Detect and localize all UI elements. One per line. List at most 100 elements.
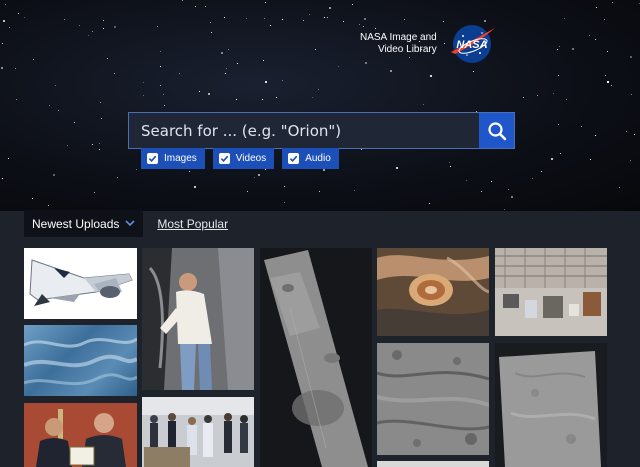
star-dot <box>92 31 94 32</box>
media-grid <box>0 247 640 467</box>
media-type-filters: Images Videos Audio <box>141 148 339 169</box>
jupiter-storm-thumbnail[interactable] <box>377 248 489 336</box>
star-dot <box>343 20 345 22</box>
star-dot <box>563 17 565 19</box>
star-dot <box>337 66 339 68</box>
star-dot <box>258 173 261 176</box>
star-dot <box>178 72 180 74</box>
hero-banner: NASA Image and Video Library NASA Search… <box>0 0 640 211</box>
cratered-terrain-thumbnail[interactable] <box>377 343 489 455</box>
star-dot <box>559 153 561 154</box>
star-dot <box>389 70 392 73</box>
star-dot <box>618 186 620 188</box>
chevron-down-icon <box>125 220 135 227</box>
star-dot <box>630 94 632 95</box>
search-input[interactable] <box>129 113 479 148</box>
cratered-terrain-thumbnail-2[interactable] <box>377 461 489 467</box>
star-dot <box>262 60 264 61</box>
star-dot <box>351 3 353 5</box>
star-dot <box>181 0 183 1</box>
star-dot <box>57 109 59 111</box>
star-dot <box>98 142 100 144</box>
star-dot <box>626 131 628 133</box>
star-dot <box>159 65 161 67</box>
star-dot <box>633 134 635 135</box>
mars-surface-strip-thumbnail[interactable] <box>260 248 372 467</box>
checkmark-icon <box>148 155 157 163</box>
star-dot <box>162 93 164 95</box>
star-dot <box>9 27 11 29</box>
brand[interactable]: NASA Image and Video Library NASA <box>360 22 497 66</box>
star-dot <box>224 16 225 18</box>
hangar-interior-thumbnail[interactable] <box>495 248 607 336</box>
star-dot <box>63 18 65 20</box>
technician-spacecraft-thumbnail[interactable] <box>142 248 254 390</box>
star-dot <box>49 105 50 107</box>
filter-images[interactable]: Images <box>141 148 205 169</box>
brand-title-line1: NASA Image and <box>360 32 437 43</box>
grey-terrain-thumbnail[interactable] <box>495 343 607 467</box>
brand-title[interactable]: NASA Image and Video Library <box>360 32 437 56</box>
star-dot <box>317 88 319 90</box>
press-event-thumbnail[interactable] <box>142 397 254 467</box>
star-dot <box>284 186 286 188</box>
search-bar <box>128 112 515 149</box>
star-dot <box>265 1 267 3</box>
award-ceremony-thumbnail[interactable] <box>24 403 137 467</box>
star-dot <box>354 189 356 191</box>
star-dot <box>429 202 431 204</box>
star-dot <box>571 48 574 51</box>
checkmark-icon <box>220 155 229 163</box>
star-dot <box>79 24 81 26</box>
filter-audio[interactable]: Audio <box>282 148 339 169</box>
audio-checkbox[interactable] <box>288 153 300 164</box>
star-dot <box>32 198 33 200</box>
star-dot <box>466 179 468 181</box>
star-dot <box>522 97 524 99</box>
star-dot <box>103 20 105 21</box>
star-dot <box>208 92 210 95</box>
star-dot <box>309 14 311 15</box>
star-dot <box>135 168 137 170</box>
tab-newest-uploads[interactable]: Newest Uploads <box>24 210 144 237</box>
logo-wordmark: NASA <box>456 39 487 51</box>
star-dot <box>194 186 197 189</box>
star-dot <box>490 181 492 183</box>
star-dot <box>17 12 19 14</box>
star-dot <box>284 201 286 203</box>
images-checkbox[interactable] <box>147 153 158 164</box>
star-dot <box>93 192 95 193</box>
star-dot <box>311 96 313 98</box>
star-dot <box>160 51 162 53</box>
star-dot <box>91 143 93 145</box>
star-dot <box>590 159 592 161</box>
search-button[interactable] <box>479 113 514 148</box>
star-dot <box>87 34 89 36</box>
star-dot <box>448 161 450 163</box>
filter-images-label: Images <box>164 153 197 164</box>
gallery-tabs: Newest Uploads Most Popular <box>24 210 228 237</box>
star-dot <box>565 99 567 101</box>
star-dot <box>329 7 332 10</box>
star-dot <box>507 189 509 191</box>
tab-most-popular[interactable]: Most Popular <box>143 210 228 237</box>
star-dot <box>263 18 265 20</box>
nasa-logo-icon[interactable]: NASA <box>447 22 497 66</box>
star-dot <box>580 126 582 128</box>
star-dot <box>558 124 560 125</box>
videos-checkbox[interactable] <box>218 153 230 164</box>
star-dot <box>73 122 75 124</box>
filter-videos[interactable]: Videos <box>212 148 275 169</box>
star-dot <box>503 209 505 211</box>
star-dot <box>396 166 399 169</box>
star-dot <box>189 170 191 172</box>
star-dot <box>472 71 474 73</box>
star-dot <box>607 50 609 52</box>
star-dot <box>23 17 25 19</box>
star-dot <box>237 63 239 64</box>
ocean-waves-aerial-thumbnail[interactable] <box>24 325 137 396</box>
star-dot <box>326 16 328 18</box>
star-dot <box>245 18 247 20</box>
star-dot <box>247 191 249 193</box>
spaceplane-render-thumbnail[interactable] <box>24 248 137 319</box>
